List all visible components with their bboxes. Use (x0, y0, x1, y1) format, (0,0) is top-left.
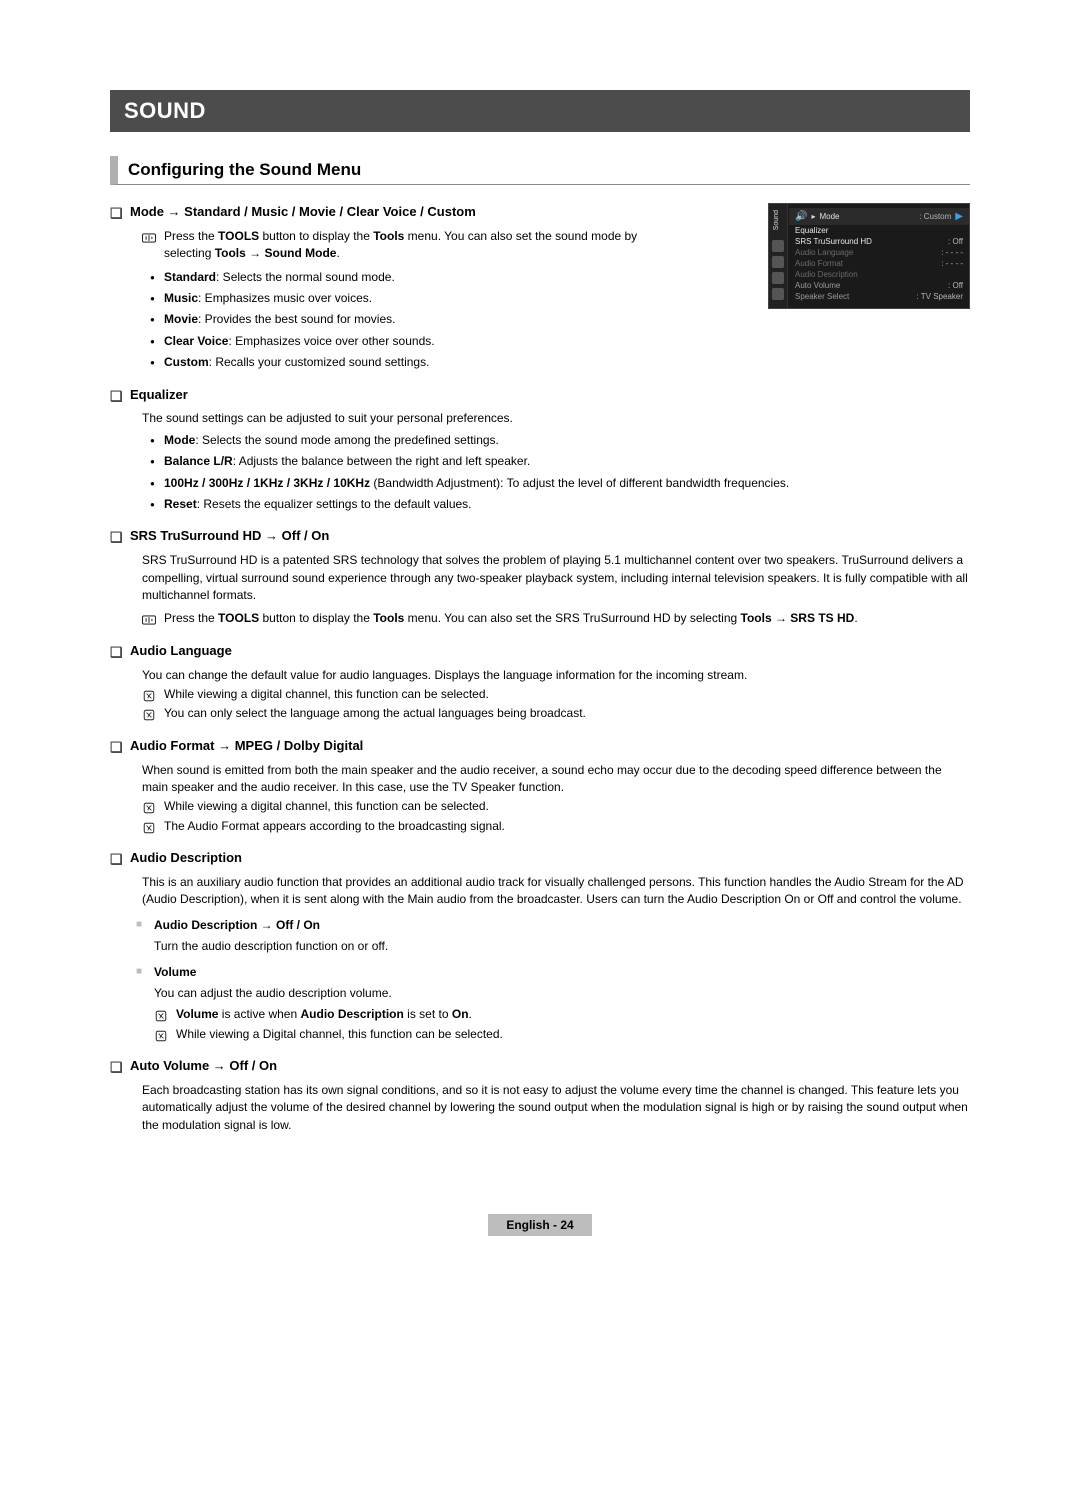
mode-tools-text: Press the TOOLS button to display the To… (164, 228, 642, 263)
note-icon (142, 706, 156, 723)
page-title: SOUND (110, 90, 970, 132)
note-row: While viewing a digital channel, this fu… (142, 686, 970, 703)
osd-row: Speaker Select: TV Speaker (789, 291, 969, 302)
osd-row: Auto Volume: Off (789, 280, 969, 291)
note-row: You can only select the language among t… (142, 705, 970, 722)
list-item: Reset: Resets the equalizer settings to … (164, 496, 970, 513)
note-icon (154, 1027, 168, 1044)
equalizer-block: Equalizer The sound settings can be adju… (130, 386, 970, 514)
note-icon (142, 799, 156, 816)
ad-note1: Volume is active when Audio Description … (176, 1006, 970, 1023)
ad-sub1-heading: Audio Description → Off / On (154, 917, 970, 934)
note-icon (154, 1007, 168, 1024)
tools-icon (142, 229, 156, 246)
list-item: 100Hz / 300Hz / 1KHz / 3KHz / 10KHz (Ban… (164, 475, 970, 492)
audio-language-para: You can change the default value for aud… (142, 667, 970, 684)
srs-tools-text: Press the TOOLS button to display the To… (164, 610, 970, 627)
equalizer-intro: The sound settings can be adjusted to su… (142, 410, 970, 427)
srs-para: SRS TruSurround HD is a patented SRS tec… (142, 552, 970, 604)
audio-format-block: Audio Format → MPEG / Dolby Digital When… (130, 737, 970, 835)
auto-volume-para: Each broadcasting station has its own si… (142, 1082, 970, 1134)
note-text: While viewing a digital channel, this fu… (164, 686, 970, 703)
note-icon (142, 819, 156, 836)
list-item: Custom: Recalls your customized sound se… (164, 354, 642, 371)
osd-row: Audio Description (789, 269, 969, 280)
srs-heading: SRS TruSurround HD → Off / On (130, 527, 970, 546)
page-footer: English - 24 (110, 1214, 970, 1236)
auto-volume-heading: Auto Volume → Off / On (130, 1057, 970, 1076)
note-text: The Audio Format appears according to th… (164, 818, 970, 835)
audio-format-heading: Audio Format → MPEG / Dolby Digital (130, 737, 970, 756)
auto-volume-block: Auto Volume → Off / On Each broadcasting… (130, 1057, 970, 1134)
mode-heading: Mode → Standard / Music / Movie / Clear … (130, 203, 970, 222)
tools-icon (142, 611, 156, 628)
ad-sub1-desc: Turn the audio description function on o… (154, 938, 970, 955)
note-row: While viewing a digital channel, this fu… (142, 798, 970, 815)
note-icon (142, 687, 156, 704)
list-item: Clear Voice: Emphasizes voice over other… (164, 333, 642, 350)
list-item: Music: Emphasizes music over voices. (164, 290, 642, 307)
section-heading: Configuring the Sound Menu (110, 156, 970, 185)
osd-side-icon (772, 256, 784, 268)
equalizer-heading: Equalizer (130, 386, 970, 405)
ad-sub2-heading: Volume (154, 964, 970, 981)
note-text: You can only select the language among t… (164, 705, 970, 722)
osd-row: Audio Format: - - - - (789, 258, 969, 269)
audio-format-para: When sound is emitted from both the main… (142, 762, 970, 797)
osd-row: SRS TruSurround HD: Off (789, 236, 969, 247)
audio-description-block: Audio Description This is an auxiliary a… (130, 849, 970, 1043)
audio-language-heading: Audio Language (130, 642, 970, 661)
audio-language-block: Audio Language You can change the defaul… (130, 642, 970, 723)
list-item: Balance L/R: Adjusts the balance between… (164, 453, 970, 470)
ad-sub2-desc: You can adjust the audio description vol… (154, 985, 970, 1002)
osd-row: Audio Language: - - - - (789, 247, 969, 258)
list-item: Mode: Selects the sound mode among the p… (164, 432, 970, 449)
note-row: The Audio Format appears according to th… (142, 818, 970, 835)
list-item: Movie: Provides the best sound for movie… (164, 311, 642, 328)
osd-side-icon (772, 288, 784, 300)
osd-side-icon (772, 272, 784, 284)
audio-description-para: This is an auxiliary audio function that… (142, 874, 970, 909)
osd-side-icon (772, 240, 784, 252)
srs-block: SRS TruSurround HD → Off / On SRS TruSur… (130, 527, 970, 627)
audio-description-heading: Audio Description (130, 849, 970, 868)
list-item: Standard: Selects the normal sound mode. (164, 269, 642, 286)
osd-row: Equalizer (789, 225, 969, 236)
ad-note2: While viewing a Digital channel, this fu… (176, 1026, 970, 1043)
note-text: While viewing a digital channel, this fu… (164, 798, 970, 815)
